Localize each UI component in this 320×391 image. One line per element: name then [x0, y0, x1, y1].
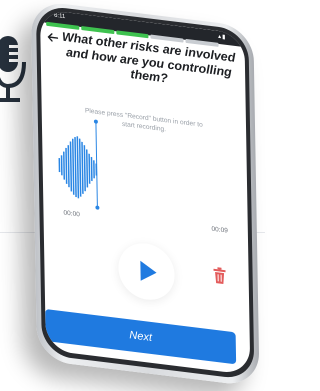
waveform-bar [74, 136, 77, 198]
waveform-bar [63, 151, 66, 180]
phone-screen: 6:11 ▴▮ What other risks are involved an… [39, 9, 251, 376]
phone-bezel: 6:11 ▴▮ What other risks are involved an… [35, 4, 255, 381]
waveform-bar [65, 147, 68, 184]
waveform-bar [81, 141, 84, 194]
status-icons: ▴▮ [218, 33, 227, 41]
playhead-handle[interactable] [95, 205, 100, 210]
next-button[interactable]: Next [45, 308, 237, 365]
waveform-bar [71, 138, 75, 195]
waveform-bar [76, 136, 80, 199]
status-time: 6:11 [53, 12, 66, 21]
play-button[interactable] [117, 240, 176, 303]
arrow-left-icon[interactable] [46, 31, 59, 44]
waveform-bar [69, 141, 73, 192]
waveform-bar [90, 156, 93, 182]
waveform-bar [60, 155, 63, 176]
recording-end-time: 00:09 [211, 225, 228, 235]
trash-icon[interactable] [212, 266, 226, 286]
waveform-visualizer [58, 119, 100, 210]
recording-start-time: 00:00 [63, 209, 80, 219]
waveform-bar [78, 138, 82, 197]
phone-mockup: 6:11 ▴▮ What other risks are involved an… [23, 0, 261, 388]
playhead-handle[interactable] [93, 119, 98, 124]
phone-frame: 6:11 ▴▮ What other risks are involved an… [30, 0, 260, 388]
waveform-bar [93, 160, 95, 179]
waveform-bar [58, 157, 61, 173]
waveform-bar [88, 153, 91, 184]
play-icon [140, 260, 157, 281]
waveform-bar [83, 145, 86, 192]
waveform-bar [85, 149, 89, 188]
waveform-bar [67, 145, 70, 188]
